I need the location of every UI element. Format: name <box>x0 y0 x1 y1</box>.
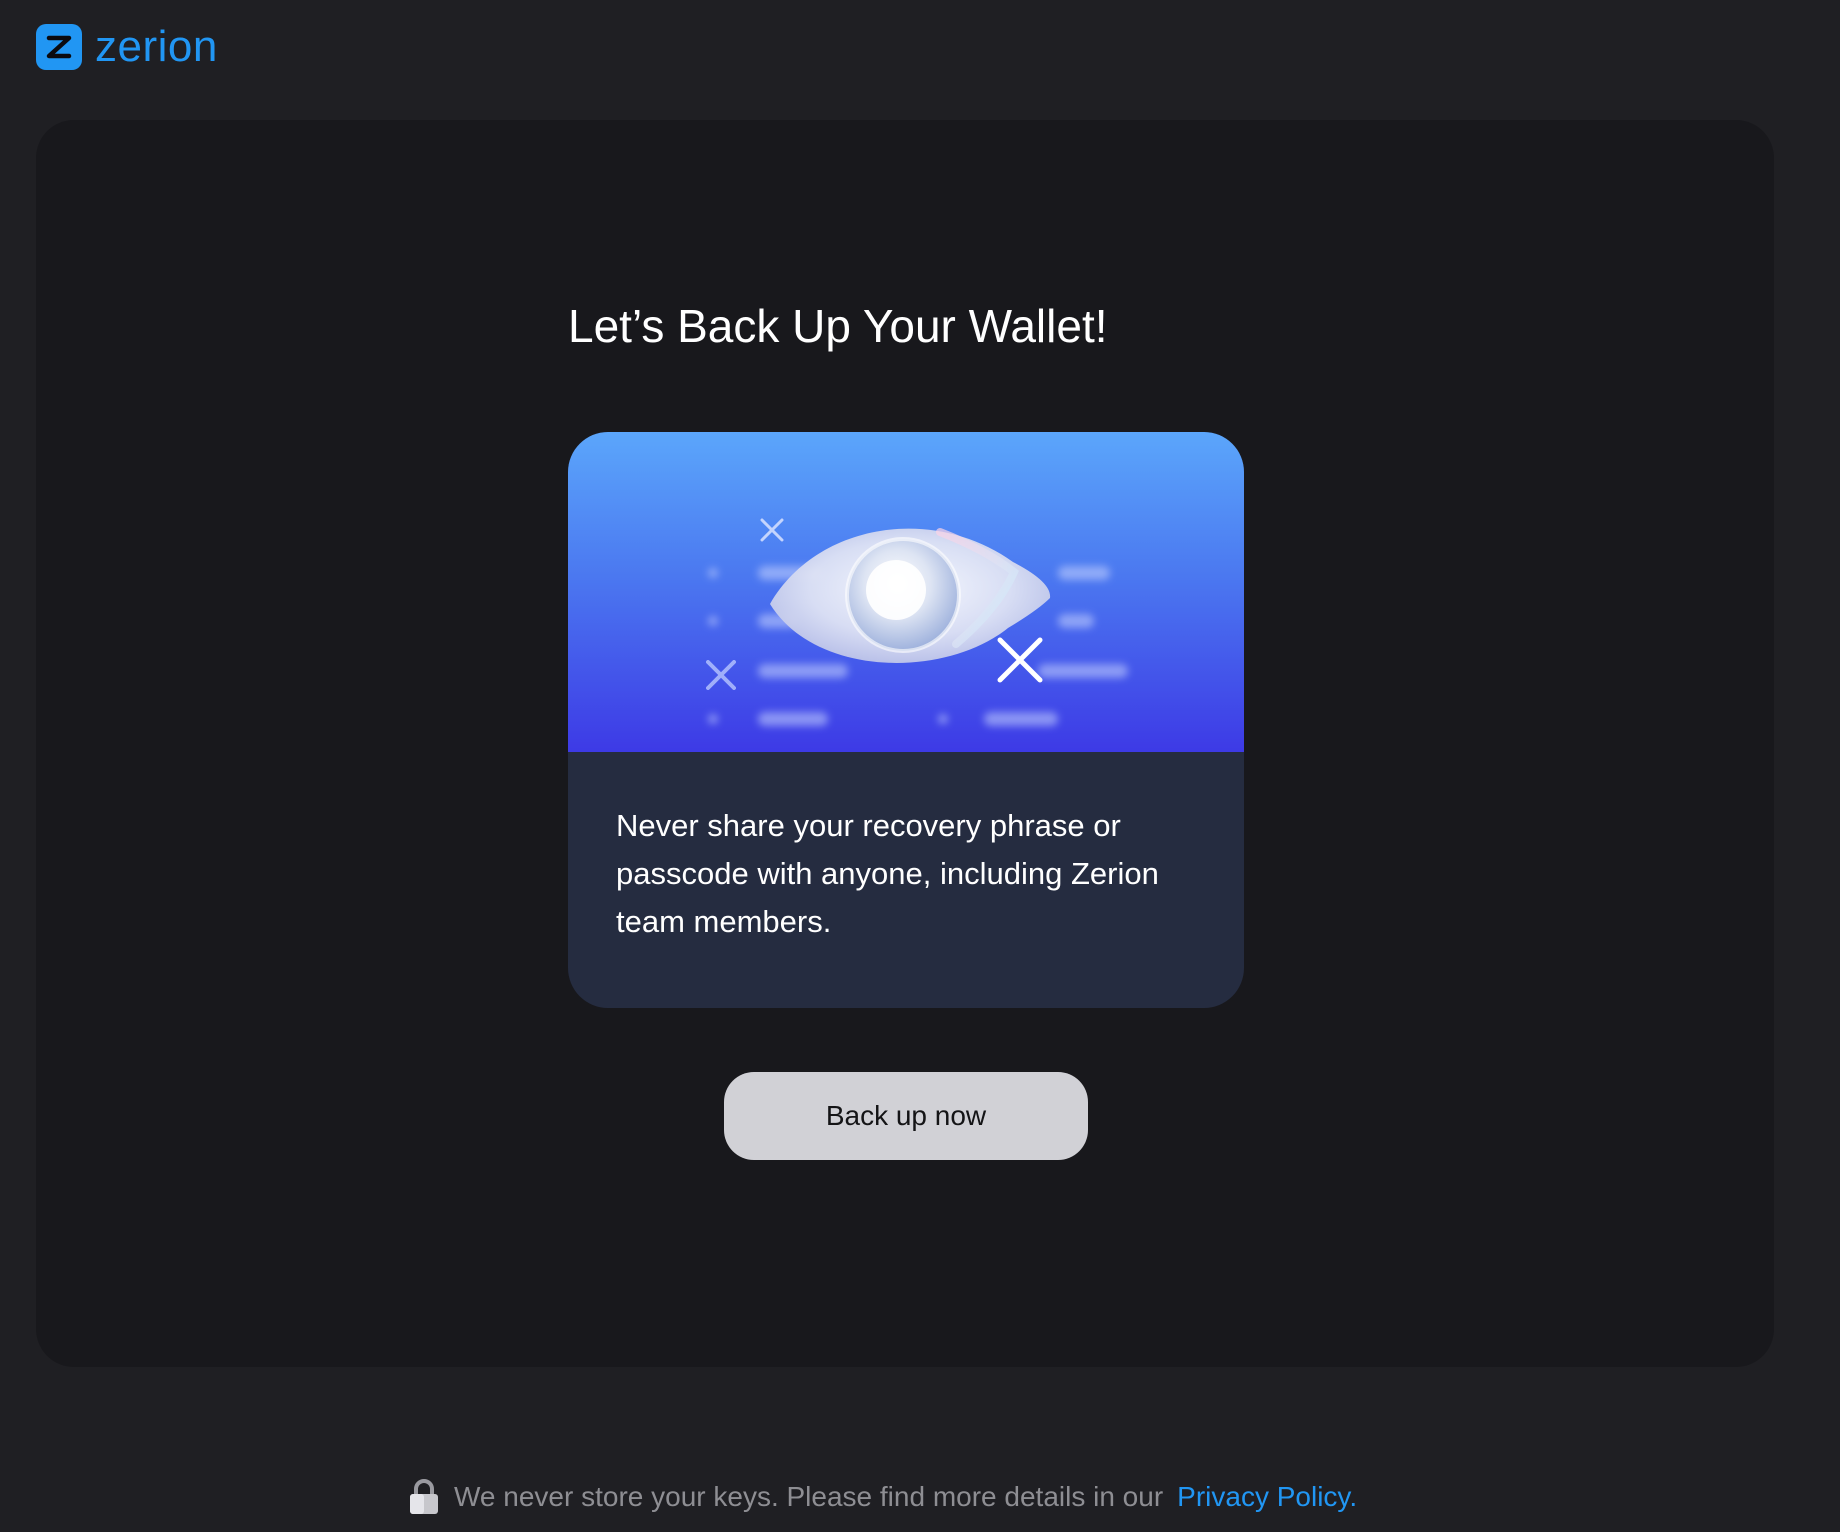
back-up-now-button[interactable]: Back up now <box>724 1072 1088 1160</box>
privacy-policy-link[interactable]: Privacy Policy. <box>1177 1481 1357 1513</box>
warning-text: Never share your recovery phrase or pass… <box>616 808 1159 939</box>
warning-card: Never share your recovery phrase or pass… <box>568 432 1244 1008</box>
footer-text: We never store your keys. Please find mo… <box>454 1481 1164 1512</box>
brand-name: zerion <box>95 22 218 71</box>
page-title: Let’s Back Up Your Wallet! <box>568 300 1108 352</box>
zerion-logo[interactable]: zerion <box>36 22 218 72</box>
eye-illustration <box>568 432 1244 752</box>
zerion-logo-icon <box>36 24 82 70</box>
lock-icon <box>408 1478 440 1516</box>
privacy-footer: We never store your keys. Please find mo… <box>408 1478 1357 1516</box>
